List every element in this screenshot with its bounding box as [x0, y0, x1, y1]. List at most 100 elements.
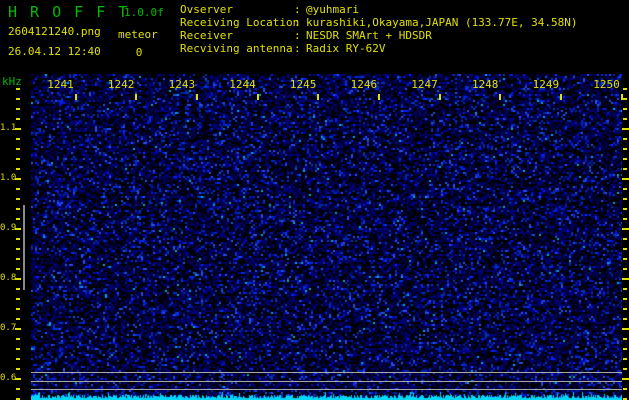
y-tick-mark-minor — [623, 358, 627, 360]
station-info: Ovserver: @yuhmari Receiving Location: kur… — [180, 3, 578, 55]
info-row-antenna: Recviving antenna: Radix RY-62V — [180, 42, 578, 55]
y-tick-mark-minor — [16, 268, 20, 270]
y-tick-mark-major — [622, 378, 629, 380]
y-axis-unit-label: kHz — [2, 75, 22, 88]
y-tick-mark-major — [15, 128, 21, 130]
y-tick-mark-major — [15, 228, 21, 230]
info-value: kurashiki,Okayama,JAPAN (133.77E, 34.58N… — [306, 16, 578, 29]
y-tick-mark-minor — [623, 88, 627, 90]
y-tick-mark-minor — [16, 138, 20, 140]
x-tick-mark — [135, 94, 138, 100]
y-tick-label: 1.1 — [0, 123, 17, 133]
spectrogram-canvas — [31, 74, 622, 400]
y-tick-mark-minor — [16, 158, 20, 160]
y-tick-label: 0.6 — [0, 373, 17, 383]
y-tick-mark-minor — [623, 288, 627, 290]
hrofft-screen: H R O F F T 1.0.0f 2604121240.png 26.04.… — [0, 0, 629, 400]
x-tick-label: 1246 — [350, 78, 378, 91]
y-tick-mark-major — [622, 328, 629, 330]
level-reference-line — [31, 389, 622, 390]
y-tick-mark-major — [15, 378, 21, 380]
info-value: NESDR SMArt + HDSDR — [306, 29, 432, 42]
info-colon: : — [294, 29, 301, 42]
info-label: Receiving Location — [180, 16, 300, 29]
y-tick-mark-major — [622, 128, 629, 130]
y-tick-mark-minor — [623, 238, 627, 240]
y-tick-mark-minor — [623, 348, 627, 350]
info-value: @yuhmari — [306, 3, 359, 16]
x-tick-mark — [74, 94, 77, 100]
level-reference-line — [31, 372, 622, 373]
info-colon: : — [294, 42, 301, 55]
info-row-observer: Ovserver: @yuhmari — [180, 3, 578, 16]
x-tick-label: 1248 — [471, 78, 499, 91]
level-reference-line — [31, 381, 622, 382]
y-tick-mark-minor — [16, 388, 20, 390]
frequency-window-marker — [23, 205, 25, 290]
y-tick-mark-minor — [16, 98, 20, 100]
y-tick-mark-minor — [16, 88, 20, 90]
y-tick-mark-minor — [623, 108, 627, 110]
y-tick-mark-major — [15, 328, 21, 330]
y-tick-mark-minor — [623, 208, 627, 210]
x-tick-label: 1247 — [411, 78, 438, 91]
app-version: 1.0.0f — [124, 6, 164, 19]
x-tick-label: 1242 — [107, 78, 135, 91]
y-tick-mark-minor — [16, 208, 20, 210]
y-tick-mark-minor — [623, 218, 627, 220]
x-tick-mark — [377, 94, 380, 100]
meteor-counter-value: 0 — [135, 46, 143, 59]
y-tick-mark-minor — [623, 198, 627, 200]
y-tick-mark-minor — [623, 368, 627, 370]
info-row-location: Receiving Location: kurashiki,Okayama,JAP… — [180, 16, 578, 29]
y-tick-mark-major — [622, 178, 629, 180]
x-tick-mark — [256, 94, 259, 100]
x-tick-mark — [317, 94, 320, 100]
y-tick-mark-minor — [16, 298, 20, 300]
y-tick-mark-minor — [16, 118, 20, 120]
y-tick-mark-minor — [623, 318, 627, 320]
y-tick-mark-minor — [623, 298, 627, 300]
y-tick-mark-minor — [16, 288, 20, 290]
x-tick-label: 1249 — [532, 78, 560, 91]
y-tick-mark-minor — [16, 348, 20, 350]
y-tick-mark-minor — [16, 338, 20, 340]
y-tick-mark-minor — [16, 238, 20, 240]
y-tick-mark-minor — [623, 118, 627, 120]
y-tick-mark-major — [15, 278, 21, 280]
y-tick-mark-minor — [623, 308, 627, 310]
info-value: Radix RY-62V — [306, 42, 386, 55]
x-tick-label: 1241 — [47, 78, 74, 91]
y-tick-mark-minor — [623, 388, 627, 390]
y-tick-mark-minor — [623, 338, 627, 340]
y-tick-mark-minor — [623, 98, 627, 100]
y-tick-mark-minor — [16, 188, 20, 190]
output-filename: 2604121240.png — [8, 25, 101, 38]
info-label: Receiver — [180, 29, 233, 42]
info-label: Ovserver — [180, 3, 233, 16]
x-tick-label: 1245 — [289, 78, 317, 91]
y-tick-label: 0.8 — [0, 273, 17, 283]
x-tick-mark — [195, 94, 198, 100]
app-title: H R O F F T — [8, 3, 130, 21]
y-tick-mark-minor — [623, 188, 627, 190]
y-tick-mark-minor — [16, 108, 20, 110]
info-row-receiver: Receiver: NESDR SMArt + HDSDR — [180, 29, 578, 42]
x-tick-label: 1244 — [229, 78, 256, 91]
y-tick-mark-minor — [623, 148, 627, 150]
y-tick-label: 1.0 — [0, 173, 17, 183]
y-tick-mark-major — [622, 228, 629, 230]
info-label: Recviving antenna — [180, 42, 293, 55]
y-tick-mark-minor — [623, 168, 627, 170]
record-datetime: 26.04.12 12:40 — [8, 45, 101, 58]
x-tick-mark — [438, 94, 441, 100]
y-tick-mark-minor — [16, 308, 20, 310]
y-tick-mark-minor — [623, 138, 627, 140]
x-tick-mark — [499, 94, 502, 100]
meteor-counter-label: meteor — [118, 28, 158, 41]
info-colon: : — [294, 16, 301, 29]
y-tick-mark-minor — [16, 358, 20, 360]
y-tick-mark-minor — [623, 248, 627, 250]
y-tick-mark-major — [622, 278, 629, 280]
y-tick-mark-minor — [16, 368, 20, 370]
